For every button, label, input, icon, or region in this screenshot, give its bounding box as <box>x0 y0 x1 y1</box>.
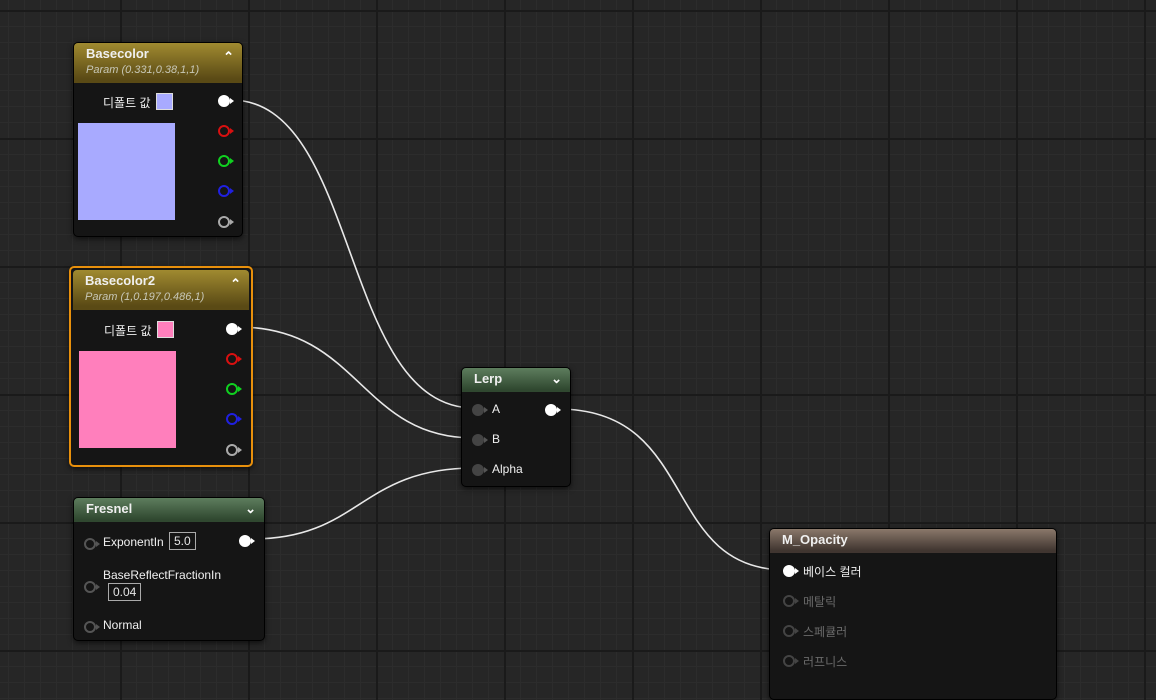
output-pin[interactable] <box>545 404 561 416</box>
basecolor-param-node[interactable]: Basecolor Param (0.331,0.38,1,1) ⌃ 디폴트 값 <box>73 42 243 237</box>
color-preview <box>79 351 176 448</box>
default-color-swatch[interactable] <box>157 321 174 338</box>
basecolor-input-label: 베이스 컬러 <box>803 565 862 579</box>
exponent-input-pin[interactable] <box>84 538 100 550</box>
wire-basecolor2-to-lerp-b <box>237 326 475 439</box>
node-subtitle: Param (1,0.197,0.486,1) <box>85 291 205 303</box>
lerp-node[interactable]: Lerp ⌄ A B Alpha <box>461 367 571 487</box>
output-rgb-pin[interactable] <box>226 323 242 335</box>
material-output-node[interactable]: M_Opacity 베이스 컬러 메탈릭 스페큘러 러프니스 <box>769 528 1057 700</box>
basecolor-input-pin[interactable] <box>783 565 799 577</box>
normal-label: Normal <box>103 618 142 632</box>
wire-fresnel-to-lerp-alpha <box>251 467 475 540</box>
exponent-value-field[interactable]: 5.0 <box>169 532 196 550</box>
node-header[interactable]: Fresnel ⌄ <box>74 498 264 522</box>
node-title: Basecolor <box>86 46 149 61</box>
node-header[interactable]: Basecolor Param (0.331,0.38,1,1) ⌃ <box>74 43 242 83</box>
base-reflect-value-field[interactable]: 0.04 <box>108 583 142 601</box>
input-b-label: B <box>492 432 501 446</box>
output-b-pin[interactable] <box>226 413 242 425</box>
specular-input-pin[interactable] <box>783 625 799 637</box>
base-reflect-label: BaseReflectFractionIn <box>103 568 222 582</box>
output-r-pin[interactable] <box>226 353 242 365</box>
node-header[interactable]: Lerp ⌄ <box>462 368 570 392</box>
output-pin[interactable] <box>239 535 255 547</box>
default-value-label: 디폴트 값 <box>104 324 152 338</box>
fresnel-node[interactable]: Fresnel ⌄ ExponentIn 5.0 BaseReflectFrac… <box>73 497 265 641</box>
input-a-pin[interactable] <box>472 404 488 416</box>
node-header[interactable]: Basecolor2 Param (1,0.197,0.486,1) ⌃ <box>73 270 249 310</box>
node-subtitle: Param (0.331,0.38,1,1) <box>86 64 200 76</box>
node-title: Fresnel <box>86 501 133 516</box>
base-reflect-input-pin[interactable] <box>84 581 100 593</box>
wire-basecolor-to-lerp-a <box>230 99 475 409</box>
basecolor2-param-node[interactable]: Basecolor2 Param (1,0.197,0.486,1) ⌃ 디폴트… <box>69 266 253 467</box>
node-title: Basecolor2 <box>85 273 156 288</box>
wire-lerp-to-material-basecolor <box>557 408 787 571</box>
node-header[interactable]: M_Opacity <box>770 529 1056 553</box>
input-alpha-label: Alpha <box>492 462 523 476</box>
node-title: Lerp <box>474 371 503 386</box>
metallic-input-label: 메탈릭 <box>803 595 837 609</box>
output-b-pin[interactable] <box>218 185 234 197</box>
collapse-chevron-icon[interactable]: ⌃ <box>230 276 241 292</box>
output-a-pin[interactable] <box>218 216 234 228</box>
input-b-pin[interactable] <box>472 434 488 446</box>
roughness-input-label: 러프니스 <box>803 655 848 669</box>
input-a-label: A <box>492 402 501 416</box>
exponent-label: ExponentIn <box>103 535 164 549</box>
default-value-label: 디폴트 값 <box>103 96 151 110</box>
output-r-pin[interactable] <box>218 125 234 137</box>
default-color-swatch[interactable] <box>156 93 173 110</box>
output-a-pin[interactable] <box>226 444 242 456</box>
metallic-input-pin[interactable] <box>783 595 799 607</box>
output-rgb-pin[interactable] <box>218 95 234 107</box>
collapse-chevron-icon[interactable]: ⌃ <box>223 49 234 65</box>
roughness-input-pin[interactable] <box>783 655 799 667</box>
output-g-pin[interactable] <box>218 155 234 167</box>
node-title: M_Opacity <box>782 532 848 547</box>
color-preview <box>78 123 175 220</box>
input-alpha-pin[interactable] <box>472 464 488 476</box>
normal-input-pin[interactable] <box>84 621 100 633</box>
specular-input-label: 스페큘러 <box>803 625 848 639</box>
output-g-pin[interactable] <box>226 383 242 395</box>
collapse-chevron-icon[interactable]: ⌄ <box>551 371 562 387</box>
collapse-chevron-icon[interactable]: ⌄ <box>245 501 256 517</box>
